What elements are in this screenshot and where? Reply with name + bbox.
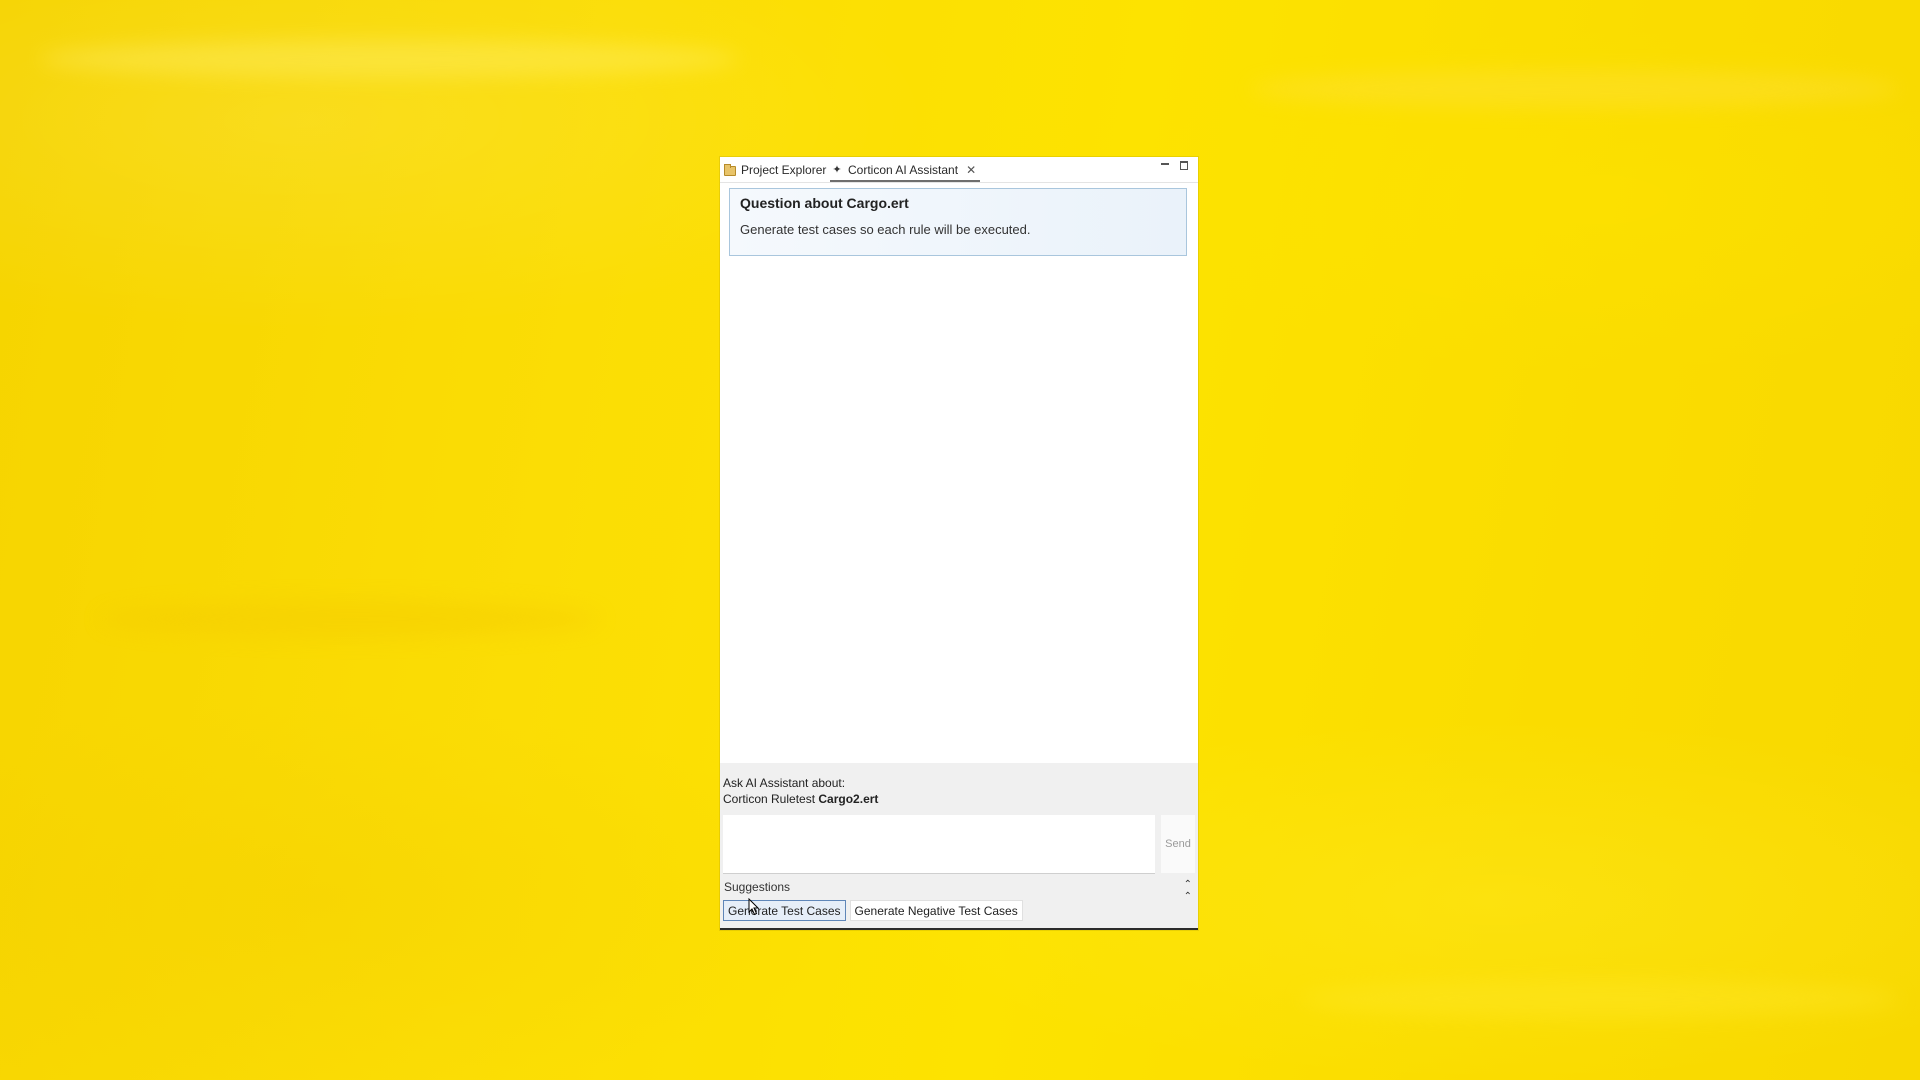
tab-bar: Project Explorer ✦ Corticon AI Assistant… xyxy=(720,157,1198,183)
ask-label: Ask AI Assistant about: xyxy=(723,776,846,790)
background-streak xyxy=(1300,980,1900,1018)
ask-context: Corticon Ruletest Cargo2.ert xyxy=(723,791,878,807)
chevron-double-up-icon[interactable]: ⌃ ⌃ xyxy=(1184,879,1192,903)
background-streak xyxy=(1250,70,1900,108)
question-text: Generate test cases so each rule will be… xyxy=(740,222,1031,237)
tab-label: Corticon AI Assistant xyxy=(848,163,959,177)
suggestions-label: Suggestions xyxy=(724,880,791,894)
background-streak xyxy=(40,40,740,78)
ask-context-type: Corticon Ruletest xyxy=(723,792,816,806)
ask-area: Ask AI Assistant about: Corticon Ruletes… xyxy=(720,763,1198,928)
folder-icon xyxy=(723,163,737,177)
tab-label: Project Explorer xyxy=(741,163,827,177)
background-streak xyxy=(100,600,600,638)
generate-negative-test-cases-button[interactable]: Generate Negative Test Cases xyxy=(849,900,1023,921)
tab-corticon-ai-assistant[interactable]: ✦ Corticon AI Assistant ✕ xyxy=(830,161,981,182)
suggestions-row: Generate Test Cases Generate Negative Te… xyxy=(723,900,1023,922)
tab-project-explorer[interactable]: Project Explorer xyxy=(723,161,826,179)
question-input[interactable] xyxy=(723,815,1155,874)
ai-assistant-panel: Project Explorer ✦ Corticon AI Assistant… xyxy=(720,157,1198,930)
question-title: Question about Cargo.ert xyxy=(740,195,909,211)
minimize-icon[interactable] xyxy=(1160,160,1171,171)
sparkle-icon: ✦ xyxy=(832,164,842,176)
close-icon[interactable]: ✕ xyxy=(966,163,976,177)
ask-context-file: Cargo2.ert xyxy=(818,792,879,806)
generate-test-cases-button[interactable]: Generate Test Cases xyxy=(723,900,846,921)
send-button[interactable]: Send xyxy=(1161,815,1195,873)
maximize-icon[interactable] xyxy=(1179,160,1190,171)
mouse-cursor-icon xyxy=(748,898,760,916)
question-card: Question about Cargo.ert Generate test c… xyxy=(729,188,1187,256)
ask-label-block: Ask AI Assistant about: Corticon Ruletes… xyxy=(723,775,878,807)
suggestions-header: Suggestions ⌃ ⌃ xyxy=(720,876,1198,902)
